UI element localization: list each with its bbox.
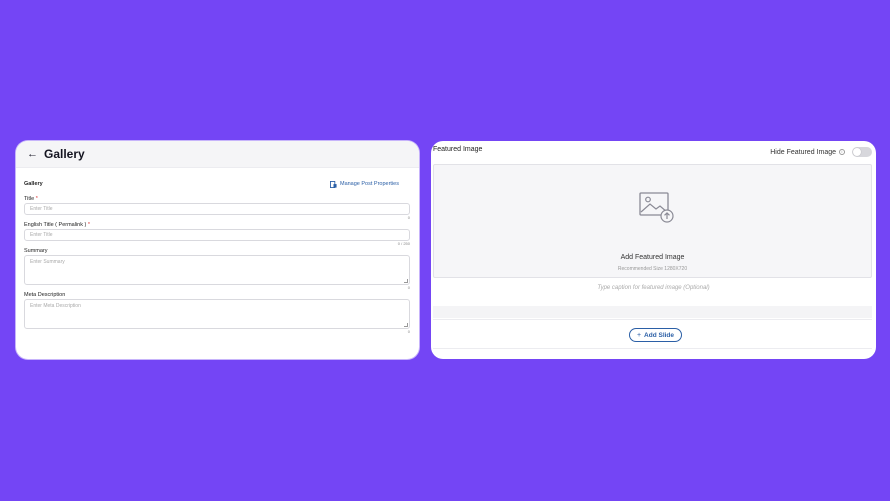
summary-counter: 0 <box>407 285 410 290</box>
recommended-size-label: Recommended Size 1280X720 <box>617 266 688 272</box>
featured-image-panel: Featured Image Hide Featured Image i Add… <box>431 141 876 359</box>
summary-textarea[interactable]: Enter Summary <box>24 255 410 285</box>
hide-featured-image-label: Hide Featured Image <box>770 148 836 156</box>
post-form-panel: ← Gallery Gallery Manage Post Properties… <box>16 141 419 359</box>
toggle-knob <box>853 148 861 156</box>
english-title-counter: 0 / 250 <box>397 241 410 246</box>
add-slide-label: Add Slide <box>644 331 675 339</box>
plus-icon: + <box>636 331 642 339</box>
hide-featured-image-toggle[interactable] <box>852 147 872 157</box>
manage-post-properties-link[interactable]: Manage Post Properties <box>329 180 399 188</box>
info-icon[interactable]: i <box>839 149 845 155</box>
title-input[interactable]: Enter Title <box>24 203 410 215</box>
page-title: Gallery <box>44 147 85 161</box>
title-counter: 0 <box>407 215 410 220</box>
english-title-label: English Title ( Permalink ) * <box>24 222 91 228</box>
divider <box>433 306 872 318</box>
title-label: Title * <box>24 196 38 202</box>
add-slide-button[interactable]: + Add Slide <box>629 328 682 342</box>
summary-label: Summary <box>24 248 48 254</box>
resize-handle-icon[interactable] <box>404 323 408 327</box>
meta-description-counter: 0 <box>407 329 410 334</box>
required-mark: * <box>87 222 91 228</box>
meta-description-textarea[interactable]: Enter Meta Description <box>24 299 410 329</box>
section-title: Gallery <box>24 181 43 187</box>
properties-icon <box>329 180 337 188</box>
featured-image-title: Featured Image <box>433 146 483 153</box>
meta-description-label: Meta Description <box>24 292 66 298</box>
featured-image-dropzone[interactable]: Add Featured Image Recommended Size 1280… <box>433 164 872 278</box>
meta-description-placeholder: Enter Meta Description <box>30 303 81 309</box>
manage-link-label: Manage Post Properties <box>339 181 399 187</box>
english-title-input[interactable]: Enter Title <box>24 229 410 241</box>
image-upload-icon <box>639 192 674 223</box>
required-mark: * <box>35 196 38 202</box>
slide-bar: + Add Slide <box>433 319 872 349</box>
add-featured-image-label: Add Featured Image <box>620 254 685 261</box>
summary-placeholder: Enter Summary <box>30 259 65 265</box>
resize-handle-icon[interactable] <box>404 279 408 283</box>
back-arrow-icon[interactable]: ← <box>27 148 38 160</box>
caption-input[interactable]: Type caption for featured image (Optiona… <box>431 285 876 291</box>
page-header: ← Gallery <box>16 141 419 168</box>
